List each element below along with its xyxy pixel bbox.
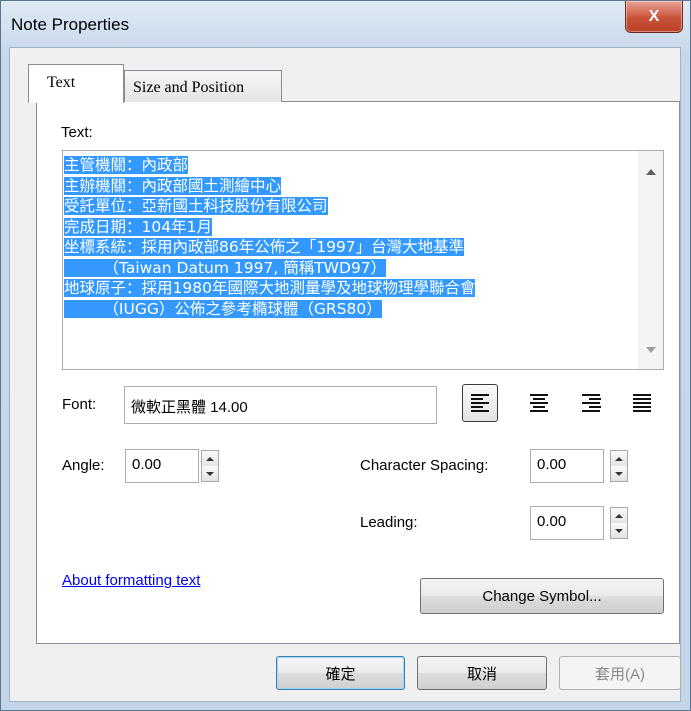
font-value: 微軟正黑體 14.00	[131, 399, 248, 416]
window-title: Note Properties	[11, 15, 130, 34]
angle-label: Angle:	[62, 457, 105, 474]
text-line: 坐標系統：採用內政部86年公佈之「1997」台灣大地基準	[64, 238, 465, 256]
justify-icon-bar	[633, 410, 651, 412]
note-text-content: 主管機關：內政部 主辦機關：內政部國土測繪中心 受託單位：亞新國土科技股份有限公…	[64, 155, 476, 319]
arrow-up-icon	[206, 456, 214, 461]
align-right-icon	[582, 394, 600, 396]
text-line: 完成日期：104年1月	[64, 217, 212, 236]
align-left-icon	[471, 394, 489, 396]
text-line: （IUGG）公佈之參考橢球體（GRS80）	[64, 299, 382, 318]
align-left-button[interactable]	[462, 384, 498, 422]
justify-icon-bar	[633, 398, 651, 400]
tab-text[interactable]: Text	[28, 64, 124, 103]
close-icon: X	[648, 7, 660, 25]
align-right-icon-bar	[589, 406, 601, 408]
font-label: Font:	[62, 396, 97, 413]
apply-button[interactable]: 套用(A)	[559, 656, 681, 690]
justify-icon	[633, 394, 651, 396]
align-right-button[interactable]	[573, 384, 609, 422]
character-spacing-spinner[interactable]	[610, 450, 628, 482]
arrow-up-icon	[615, 456, 623, 461]
text-line: 地球原子：採用1980年國際大地測量學及地球物理學聯合會	[64, 279, 476, 297]
arrow-down-icon	[615, 528, 623, 533]
arrow-down-icon	[615, 471, 623, 476]
close-button[interactable]: X	[625, 1, 683, 33]
character-spacing-label: Character Spacing:	[360, 457, 489, 474]
leading-decrease-button[interactable]	[611, 523, 627, 538]
character-spacing-increase-button[interactable]	[611, 451, 627, 467]
about-formatting-text-link[interactable]: About formatting text	[62, 572, 200, 589]
character-spacing-input[interactable]: 0.00	[530, 449, 604, 483]
text-line: （Taiwan Datum 1997, 簡稱TWD97）	[64, 258, 387, 277]
cancel-button[interactable]: 取消	[417, 656, 547, 690]
text-line: 受託單位：亞新國土科技股份有限公司	[64, 197, 328, 215]
align-center-icon-bar	[530, 402, 548, 404]
tab-size-and-position[interactable]: Size and Position	[124, 70, 282, 102]
angle-increase-button[interactable]	[202, 451, 218, 467]
angle-decrease-button[interactable]	[202, 466, 218, 481]
angle-value: 0.00	[132, 456, 162, 473]
text-line: 主管機關：內政部	[64, 156, 189, 174]
align-right-icon-bar	[582, 410, 600, 412]
character-spacing-decrease-button[interactable]	[611, 466, 627, 481]
align-center-icon-bar	[530, 410, 548, 412]
scroll-down-icon[interactable]	[646, 347, 656, 353]
arrow-up-icon	[615, 513, 623, 518]
leading-spinner[interactable]	[610, 507, 628, 539]
leading-value: 0.00	[537, 513, 567, 530]
font-field[interactable]: 微軟正黑體 14.00	[124, 386, 437, 424]
align-center-icon-bar	[533, 398, 545, 400]
angle-spinner[interactable]	[201, 450, 219, 482]
change-symbol-button[interactable]: Change Symbol...	[420, 578, 664, 614]
text-label: Text:	[61, 124, 93, 141]
align-right-icon-bar	[582, 402, 600, 404]
leading-label: Leading:	[360, 514, 418, 531]
align-left-icon-bar	[471, 406, 483, 408]
align-center-icon-bar	[533, 406, 545, 408]
align-right-icon-bar	[589, 398, 601, 400]
align-center-button[interactable]	[521, 384, 557, 422]
arrow-down-icon	[206, 471, 214, 476]
justify-icon-bar	[633, 406, 651, 408]
scroll-up-icon[interactable]	[646, 169, 656, 175]
leading-increase-button[interactable]	[611, 508, 627, 524]
align-left-icon-bar	[471, 410, 489, 412]
text-line: 主辦機關：內政部國土測繪中心	[64, 176, 282, 195]
angle-input[interactable]: 0.00	[125, 449, 199, 483]
align-center-icon	[530, 394, 548, 396]
vertical-scrollbar[interactable]	[638, 151, 663, 369]
align-left-icon-bar	[471, 398, 483, 400]
justify-button[interactable]	[624, 384, 660, 422]
align-left-icon-bar	[471, 402, 489, 404]
justify-icon-bar	[633, 402, 651, 404]
ok-button[interactable]: 確定	[276, 656, 405, 690]
character-spacing-value: 0.00	[537, 456, 567, 473]
note-text-area[interactable]: 主管機關：內政部 主辦機關：內政部國土測繪中心 受託單位：亞新國土科技股份有限公…	[62, 150, 664, 370]
leading-input[interactable]: 0.00	[530, 506, 604, 540]
